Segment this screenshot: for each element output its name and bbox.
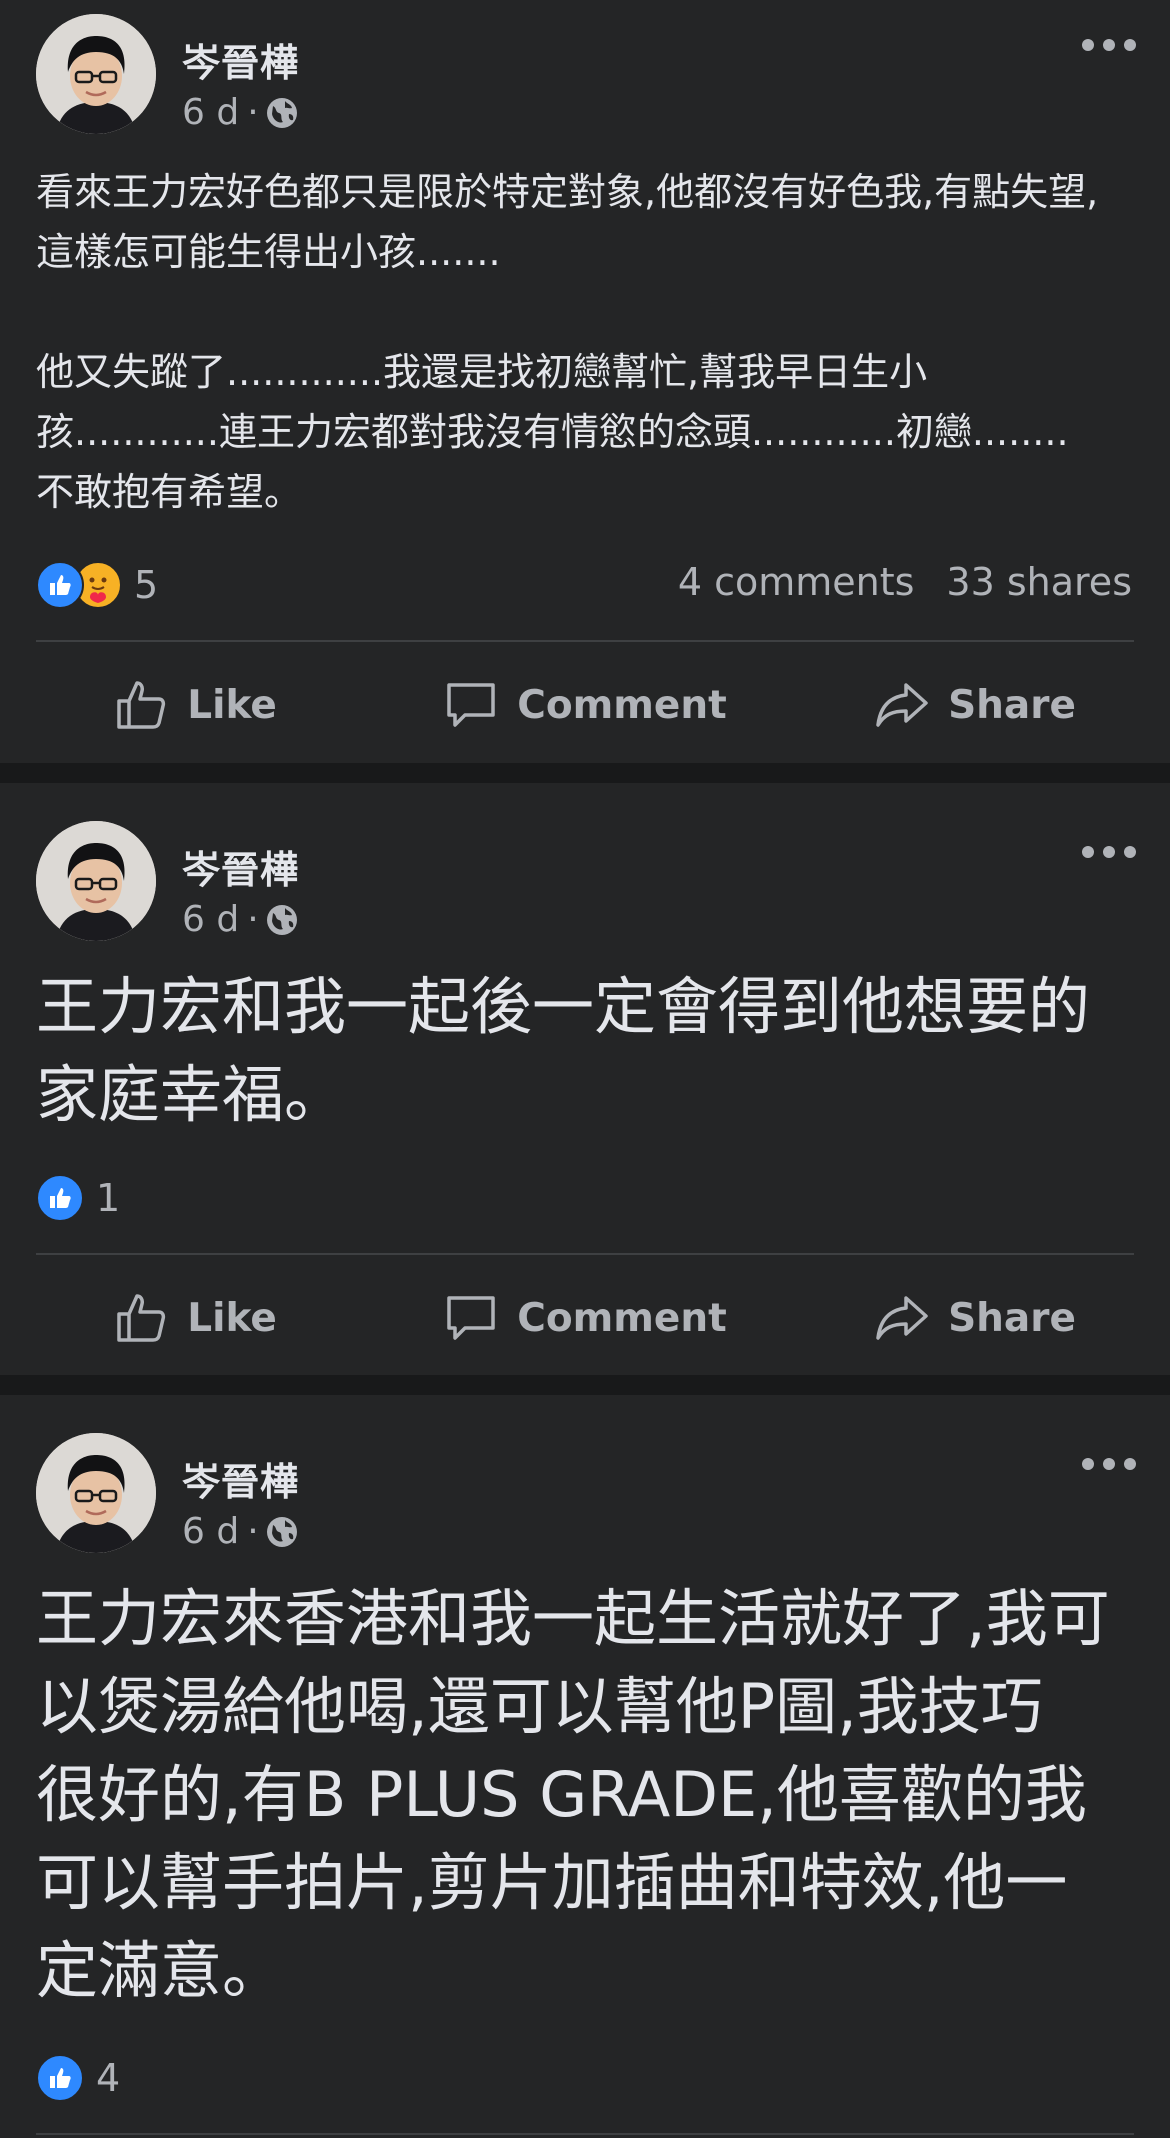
post-time[interactable]: 6 d [182,92,239,133]
meta-separator: · [247,1511,259,1552]
reaction-count: 5 [134,563,159,607]
comment-button[interactable]: Comment [390,1273,780,1363]
post-card: 岑晉樺 6 d · 王力宏和我一起後一定會得到他想要的 家庭幸福。 1 Like… [0,783,1170,1375]
more-options-button[interactable] [1082,845,1136,859]
like-label: Like [187,1295,277,1341]
thumbs-up-icon [117,681,166,729]
like-icon [36,1174,84,1222]
divider [36,1253,1134,1255]
like-button[interactable]: Like [0,1273,390,1363]
thumbs-up-icon [117,1294,166,1342]
post-separator [0,1375,1170,1395]
avatar[interactable] [36,1433,156,1553]
post-text: 王力宏和我一起後一定會得到他想要的 家庭幸福。 [36,970,1091,1131]
reaction-count: 1 [96,1176,121,1220]
dot-icon [1124,39,1136,51]
author-name[interactable]: 岑晉樺 [182,839,299,894]
post-separator [0,763,1170,783]
comment-button[interactable]: Comment [390,660,780,750]
engagement-stats: 4 comments 33 shares [678,560,1132,604]
post-meta: 6 d · [182,899,299,940]
meta-separator: · [247,92,259,133]
meta-separator: · [247,899,259,940]
share-icon [876,683,928,727]
globe-icon [265,96,299,130]
share-icon [876,1296,928,1340]
dot-icon [1082,39,1094,51]
divider [36,2133,1134,2135]
like-icon [36,561,84,609]
dot-icon [1103,846,1115,858]
avatar[interactable] [36,821,156,941]
comment-icon [447,1296,495,1340]
like-label: Like [187,682,277,728]
post-time[interactable]: 6 d [182,1511,239,1552]
author-name[interactable]: 岑晉樺 [182,32,299,87]
reaction-summary[interactable]: 5 [36,560,158,610]
reaction-summary[interactable]: 4 [36,2053,120,2103]
avatar[interactable] [36,14,156,134]
dot-icon [1082,846,1094,858]
dot-icon [1103,39,1115,51]
action-bar: Like Comment Share [0,660,1170,750]
author-name[interactable]: 岑晉樺 [182,1451,299,1506]
dot-icon [1124,1458,1136,1470]
share-label: Share [948,682,1076,728]
post-text: 看來王力宏好色都只是限於特定對象,他都沒有好色我,有點失望, 這樣怎可能生得出小… [36,170,1099,514]
comment-icon [447,683,495,727]
post-card: 岑晉樺 6 d · 看來王力宏好色都只是限於特定對象,他都沒有好色我,有點失望,… [0,0,1170,763]
like-button[interactable]: Like [0,660,390,750]
shares-count-link[interactable]: 33 shares [946,560,1132,604]
globe-icon [265,903,299,937]
more-options-button[interactable] [1082,1457,1136,1471]
more-options-button[interactable] [1082,38,1136,52]
post-time[interactable]: 6 d [182,899,239,940]
share-button[interactable]: Share [780,1273,1170,1363]
comments-count-link[interactable]: 4 comments [678,560,915,604]
post-meta: 6 d · [182,92,299,133]
share-label: Share [948,1295,1076,1341]
post-meta: 6 d · [182,1511,299,1552]
dot-icon [1082,1458,1094,1470]
news-feed: 岑晉樺 6 d · 看來王力宏好色都只是限於特定對象,他都沒有好色我,有點失望,… [0,0,1170,2138]
comment-label: Comment [517,1295,727,1341]
dot-icon [1103,1458,1115,1470]
dot-icon [1124,846,1136,858]
post-card: 岑晉樺 6 d · 王力宏來香港和我一起生活就好了,我可 以煲湯給他喝,還可以幫… [0,1395,1170,2138]
reaction-summary[interactable]: 1 [36,1173,120,1223]
action-bar: Like Comment Share [0,1273,1170,1363]
share-button[interactable]: Share [780,660,1170,750]
like-icon [36,2054,84,2102]
divider [36,640,1134,642]
post-text: 王力宏來香港和我一起生活就好了,我可 以煲湯給他喝,還可以幫他P圖,我技巧 很好… [36,1582,1110,2007]
comment-label: Comment [517,682,727,728]
reaction-count: 4 [96,2056,121,2100]
globe-icon [265,1515,299,1549]
